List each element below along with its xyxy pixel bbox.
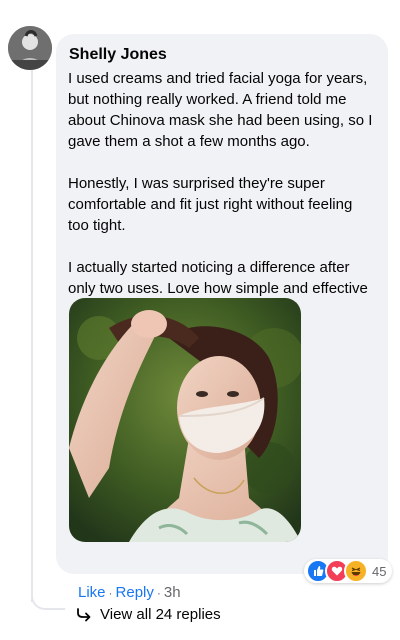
comment-thread: Shelly Jones I used creams and tried fac… xyxy=(0,0,400,640)
haha-icon xyxy=(344,559,368,583)
comment-timestamp[interactable]: 3h xyxy=(164,584,181,601)
separator-dot: · xyxy=(108,585,113,600)
comment-paragraph: I used creams and tried facial yoga for … xyxy=(68,70,373,150)
comment-photo[interactable] xyxy=(69,298,301,542)
comment-actions: Like · Reply · 3h xyxy=(78,584,181,601)
comment-author[interactable]: Shelly Jones xyxy=(69,46,167,64)
view-replies-label: View all 24 replies xyxy=(100,606,221,623)
thread-connector xyxy=(31,588,65,610)
view-replies-link[interactable]: View all 24 replies xyxy=(76,606,221,623)
reply-arrow-icon xyxy=(77,607,91,621)
thread-line xyxy=(31,70,33,602)
reaction-summary[interactable]: 45 xyxy=(304,559,393,583)
avatar[interactable] xyxy=(8,26,52,70)
comment-paragraph: Honestly, I was surprised they're super … xyxy=(68,175,353,234)
comment-body: I used creams and tried facial yoga for … xyxy=(68,68,374,299)
comment-paragraph: I actually started noticing a difference… xyxy=(68,259,368,297)
separator-dot: · xyxy=(156,585,161,600)
like-button[interactable]: Like xyxy=(78,584,106,601)
reply-button[interactable]: Reply xyxy=(116,584,154,601)
reaction-count: 45 xyxy=(372,563,387,579)
